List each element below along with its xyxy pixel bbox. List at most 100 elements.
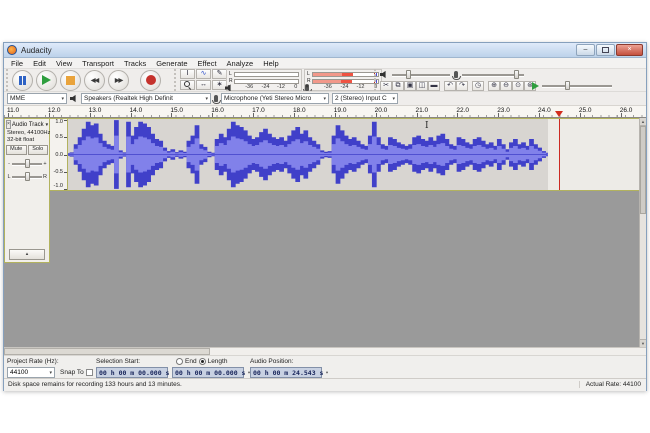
record-button[interactable]	[140, 70, 161, 91]
menu-analyze[interactable]: Analyze	[222, 58, 259, 69]
trim-outside-selection-button[interactable]: ◫	[416, 81, 428, 91]
sync-lock-tracks-button[interactable]: ◷	[472, 81, 484, 91]
vertical-scroll-thumb[interactable]	[640, 126, 646, 214]
menu-effect[interactable]: Effect	[193, 58, 222, 69]
play-speed-slider[interactable]	[542, 81, 612, 90]
toolbar-area: ◀◀ ▶▶ I ∿ ✎↔ ∗ LR▾-36-24-120 LR▾-36-24-120 ✂…	[4, 69, 646, 91]
menu-view[interactable]: View	[51, 58, 77, 69]
selection-start-field[interactable]: 00 h 00 m 00.000 s▾	[96, 367, 168, 378]
zoom-tool-button[interactable]	[180, 80, 195, 90]
envelope-tool-button[interactable]: ∿	[196, 69, 211, 79]
ruler-tick	[498, 113, 499, 117]
undo-button[interactable]: ↶	[444, 81, 456, 91]
pan-slider[interactable]	[12, 172, 42, 181]
recording-cursor-line	[559, 119, 560, 190]
minimize-button[interactable]: –	[576, 44, 595, 56]
play-button[interactable]	[36, 70, 57, 91]
skip-to-end-icon: ▶▶	[115, 77, 122, 84]
play-at-speed-icon[interactable]	[532, 82, 539, 90]
input-volume-thumb[interactable]	[514, 70, 519, 79]
chevron-down-icon: ▾	[49, 370, 52, 376]
skip-to-end-button[interactable]: ▶▶	[108, 70, 129, 91]
recording-meter[interactable]: LR▾-36-24-120	[304, 69, 382, 91]
ruler-tick	[457, 113, 458, 117]
time-shift-tool-button[interactable]: ↔	[196, 80, 211, 90]
stop-button[interactable]	[60, 70, 81, 91]
transport-toolbar: ◀◀ ▶▶	[6, 69, 161, 91]
scroll-down-icon[interactable]: ▼	[640, 339, 646, 347]
recording-cursor-marker	[555, 111, 563, 117]
ruler-tick	[131, 113, 132, 117]
copy-button[interactable]: ⧉	[392, 81, 404, 91]
silence-selection-button[interactable]: ▬	[428, 81, 440, 91]
track-close-button[interactable]: ×	[6, 120, 11, 129]
project-rate-select[interactable]: 44100▾	[7, 367, 55, 378]
snap-to-checkbox[interactable]	[86, 369, 93, 376]
recording-channels-select[interactable]: 2 (Stereo) Input C▾	[332, 93, 398, 104]
multi-tool-icon: ∗	[217, 81, 223, 89]
ruler-tick	[294, 113, 295, 117]
close-button[interactable]: ×	[616, 44, 643, 56]
track-menu-icon[interactable]: ▼	[45, 122, 49, 127]
audio-host-select[interactable]: MME ▾	[7, 93, 67, 104]
title-bar[interactable]: Audacity – ×	[4, 43, 646, 58]
cut-button[interactable]: ✂	[380, 81, 392, 91]
input-volume-slider[interactable]	[462, 70, 524, 79]
zoom-in-button[interactable]: ⊕	[488, 81, 500, 91]
menu-file[interactable]: File	[6, 58, 28, 69]
end-radio[interactable]	[176, 358, 183, 365]
playback-device-select[interactable]: Speakers (Realtek High Definit▾	[81, 93, 211, 104]
selection-length-field[interactable]: 00 h 00 m 00.000 s▾	[172, 367, 244, 378]
scroll-up-icon[interactable]: ▲	[640, 118, 646, 126]
audio-host-value: MME	[10, 95, 25, 102]
track-collapse-button[interactable]: ▴	[9, 249, 45, 260]
gain-slider[interactable]	[12, 159, 42, 168]
recording-device-select[interactable]: Microphone (Yeti Stereo Micro▾	[221, 93, 329, 104]
menu-tracks[interactable]: Tracks	[119, 58, 151, 69]
zoom-out-button[interactable]: ⊖	[500, 81, 512, 91]
track-canvas[interactable]: × Audio Track ▼ Stereo, 44100Hz 32-bit f…	[4, 118, 646, 347]
solo-button[interactable]: Solo	[28, 145, 49, 155]
pan-thumb[interactable]	[25, 172, 30, 181]
ruler-tick	[90, 113, 91, 117]
menu-generate[interactable]: Generate	[151, 58, 192, 69]
envelope-tool-icon: ∿	[201, 70, 207, 78]
horizontal-scroll-thumb[interactable]	[4, 348, 210, 355]
draw-tool-button[interactable]: ✎	[212, 69, 227, 79]
vertical-amplitude-ruler[interactable]: 1.00.50.0-0.5-1.0	[50, 118, 67, 191]
selection-tool-button[interactable]: I	[180, 69, 195, 79]
menu-help[interactable]: Help	[258, 58, 283, 69]
timeline-ruler[interactable]: 11.012.013.014.015.016.017.018.019.020.0…	[4, 105, 646, 118]
multi-tool-button[interactable]: ∗	[212, 80, 227, 90]
waveform-display[interactable]: I	[67, 118, 640, 191]
meter-bar	[312, 72, 379, 77]
maximize-button[interactable]	[596, 44, 615, 56]
redo-button[interactable]: ↷	[456, 81, 468, 91]
output-volume-slider[interactable]	[392, 70, 450, 79]
track-header: × Audio Track ▼	[6, 120, 48, 129]
gain-thumb[interactable]	[25, 159, 30, 168]
menu-transport[interactable]: Transport	[77, 58, 119, 69]
mute-button[interactable]: Mute	[6, 145, 27, 155]
track-name[interactable]: Audio Track	[12, 122, 44, 128]
audio-position-field[interactable]: 00 h 00 m 24.543 s▾	[250, 367, 322, 378]
track-control-panel: × Audio Track ▼ Stereo, 44100Hz 32-bit f…	[4, 118, 50, 263]
ruler-tick	[580, 113, 581, 117]
fit-selection-button[interactable]: ⊙	[512, 81, 524, 91]
vertical-scrollbar[interactable]: ▲ ▼	[639, 118, 646, 347]
zoom-in-icon: ⊕	[491, 82, 497, 89]
horizontal-scrollbar[interactable]	[4, 347, 646, 355]
pause-button[interactable]	[12, 70, 33, 91]
chevron-down-icon: ▾	[59, 96, 64, 102]
paste-icon: ▣	[407, 82, 414, 89]
edit-toolbar: ✂⧉▣◫▬↶↷◷⊕⊖⊙⊛	[374, 80, 536, 91]
playback-meter[interactable]: LR▾-36-24-120	[226, 69, 302, 91]
length-radio[interactable]	[199, 358, 206, 365]
skip-to-start-button[interactable]: ◀◀	[84, 70, 105, 91]
selection-tool-icon: I	[187, 70, 189, 78]
play-speed-thumb[interactable]	[565, 81, 570, 90]
menu-edit[interactable]: Edit	[28, 58, 51, 69]
output-volume-thumb[interactable]	[406, 70, 411, 79]
track-bitdepth-info: 32-bit float	[7, 137, 49, 143]
paste-button[interactable]: ▣	[404, 81, 416, 91]
